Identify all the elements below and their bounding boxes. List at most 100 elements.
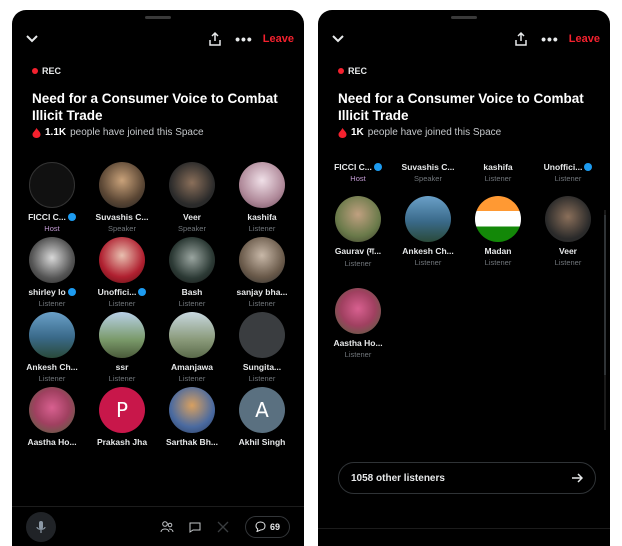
participant-name-text: Akhil Singh — [238, 437, 286, 447]
participant-name: Suvashis C... — [394, 162, 462, 172]
more-options-icon[interactable]: ••• — [235, 32, 253, 46]
avatar[interactable] — [29, 387, 75, 433]
share-tweet-icon[interactable] — [216, 520, 230, 534]
participant-card[interactable]: ssr Listener — [88, 312, 156, 383]
chevron-down-icon[interactable] — [330, 31, 346, 47]
avatar[interactable] — [169, 162, 215, 208]
participant-role: Listener — [248, 224, 276, 233]
participant-name-text: Sarthak Bh... — [166, 437, 218, 447]
participant-card[interactable]: Aastha Ho... Listener — [324, 288, 392, 359]
leave-button[interactable]: Leave — [569, 33, 600, 45]
drag-handle[interactable] — [145, 16, 171, 19]
participant-card[interactable]: Bash Listener — [158, 237, 226, 308]
participant-card[interactable]: Aastha Ho... — [18, 387, 86, 447]
participant-card[interactable]: FICCI C... Host — [324, 158, 392, 183]
participant-card[interactable]: Sungita... Listener — [228, 312, 296, 383]
joined-suffix: people have joined this Space — [70, 127, 204, 138]
participant-role: Listener — [484, 258, 512, 267]
participant-card[interactable]: Sarthak Bh... — [158, 387, 226, 447]
participant-card[interactable]: Ankesh Ch... Listener — [18, 312, 86, 383]
participant-card[interactable]: Unoffici... Listener — [88, 237, 156, 308]
participant-role: Host — [44, 224, 60, 233]
replies-button[interactable]: 69 — [244, 515, 290, 538]
participant-card[interactable]: A Akhil Singh — [228, 387, 296, 447]
participant-card[interactable]: Madan Listener — [464, 196, 532, 267]
participant-role: Speaker — [178, 224, 206, 233]
emoji-reaction-icon[interactable] — [188, 520, 202, 534]
avatar[interactable]: A — [239, 387, 285, 433]
participant-name: Akhil Singh — [228, 437, 296, 447]
participant-card[interactable]: FICCI C... Host — [18, 162, 86, 233]
participant-name: Gaurav (ग... — [324, 246, 392, 257]
joined-count: 1.1K people have joined this Space — [32, 127, 204, 138]
avatar[interactable] — [99, 162, 145, 208]
avatar[interactable] — [545, 196, 591, 242]
other-listeners-button[interactable]: 1058 other listeners — [338, 462, 596, 494]
avatar[interactable] — [239, 162, 285, 208]
participant-name-text: FICCI C... — [334, 162, 372, 172]
avatar[interactable] — [335, 288, 381, 334]
participant-name-text: kashifa — [483, 162, 513, 172]
participant-card[interactable]: shirley lo Listener — [18, 237, 86, 308]
participant-name-text: Unoffici... — [97, 287, 137, 297]
verified-badge-icon — [67, 288, 76, 296]
participant-name-text: ssr — [115, 362, 129, 372]
participant-role: Speaker — [414, 174, 442, 183]
avatar[interactable]: P — [99, 387, 145, 433]
microphone-button[interactable] — [26, 511, 56, 542]
participant-card[interactable]: Suvashis C... Speaker — [88, 162, 156, 233]
space-title: Need for a Consumer Voice to Combat Illi… — [32, 91, 278, 123]
avatar[interactable] — [239, 312, 285, 358]
participant-card[interactable]: Amanjawa Listener — [158, 312, 226, 383]
participant-card[interactable]: Unoffici... Listener — [534, 158, 602, 183]
participant-card[interactable]: kashifa Listener — [464, 158, 532, 183]
joined-number: 1.1K — [45, 127, 67, 138]
participant-card[interactable]: Veer Listener — [534, 196, 602, 267]
participant-role: Listener — [484, 174, 512, 183]
drag-handle[interactable] — [451, 16, 477, 19]
participant-card[interactable]: Ankesh Ch... Listener — [394, 196, 462, 267]
participant-role: Listener — [344, 259, 372, 268]
chevron-down-icon[interactable] — [24, 31, 40, 47]
avatar[interactable] — [169, 237, 215, 283]
participant-name-text: Bash — [181, 287, 203, 297]
participant-card[interactable]: Gaurav (ग... Listener — [324, 196, 392, 268]
participant-role: Listener — [108, 374, 136, 383]
avatar[interactable] — [99, 237, 145, 283]
avatar[interactable] — [335, 196, 381, 242]
participant-name: Unoffici... — [88, 287, 156, 297]
participant-role: Host — [350, 174, 366, 183]
participant-card[interactable]: kashifa Listener — [228, 162, 296, 233]
participant-name-text: FICCI C... — [28, 212, 66, 222]
verified-badge-icon — [138, 288, 147, 296]
participant-name: Ankesh Ch... — [394, 246, 462, 256]
avatar[interactable] — [29, 312, 75, 358]
avatar[interactable] — [29, 162, 75, 208]
participant-name: Suvashis C... — [88, 212, 156, 222]
space-screen-right: ••• Leave REC Need for a Consumer Voice … — [318, 10, 610, 546]
avatar[interactable] — [475, 196, 521, 242]
participant-name: Madan — [464, 246, 532, 256]
scrollbar-thumb[interactable] — [604, 215, 606, 375]
participant-name-text: Veer — [183, 212, 201, 222]
avatar[interactable] — [239, 237, 285, 283]
participant-name-text: Aastha Ho... — [333, 338, 383, 348]
share-icon[interactable] — [513, 31, 529, 47]
recording-label: REC — [348, 66, 368, 76]
share-icon[interactable] — [207, 31, 223, 47]
leave-button[interactable]: Leave — [263, 33, 294, 45]
avatar[interactable] — [169, 312, 215, 358]
participant-name-text: kashifa — [247, 212, 277, 222]
more-options-icon[interactable]: ••• — [541, 32, 559, 46]
participant-card[interactable]: sanjay bha... Listener — [228, 237, 296, 308]
avatar[interactable] — [99, 312, 145, 358]
avatar[interactable] — [169, 387, 215, 433]
bottom-bar: 69 — [12, 506, 304, 546]
participant-name: Prakash Jha — [88, 437, 156, 447]
avatar[interactable] — [29, 237, 75, 283]
participant-card[interactable]: Suvashis C... Speaker — [394, 158, 462, 183]
participant-card[interactable]: Veer Speaker — [158, 162, 226, 233]
avatar[interactable] — [405, 196, 451, 242]
people-icon[interactable] — [160, 520, 174, 534]
participant-card[interactable]: P Prakash Jha — [88, 387, 156, 447]
